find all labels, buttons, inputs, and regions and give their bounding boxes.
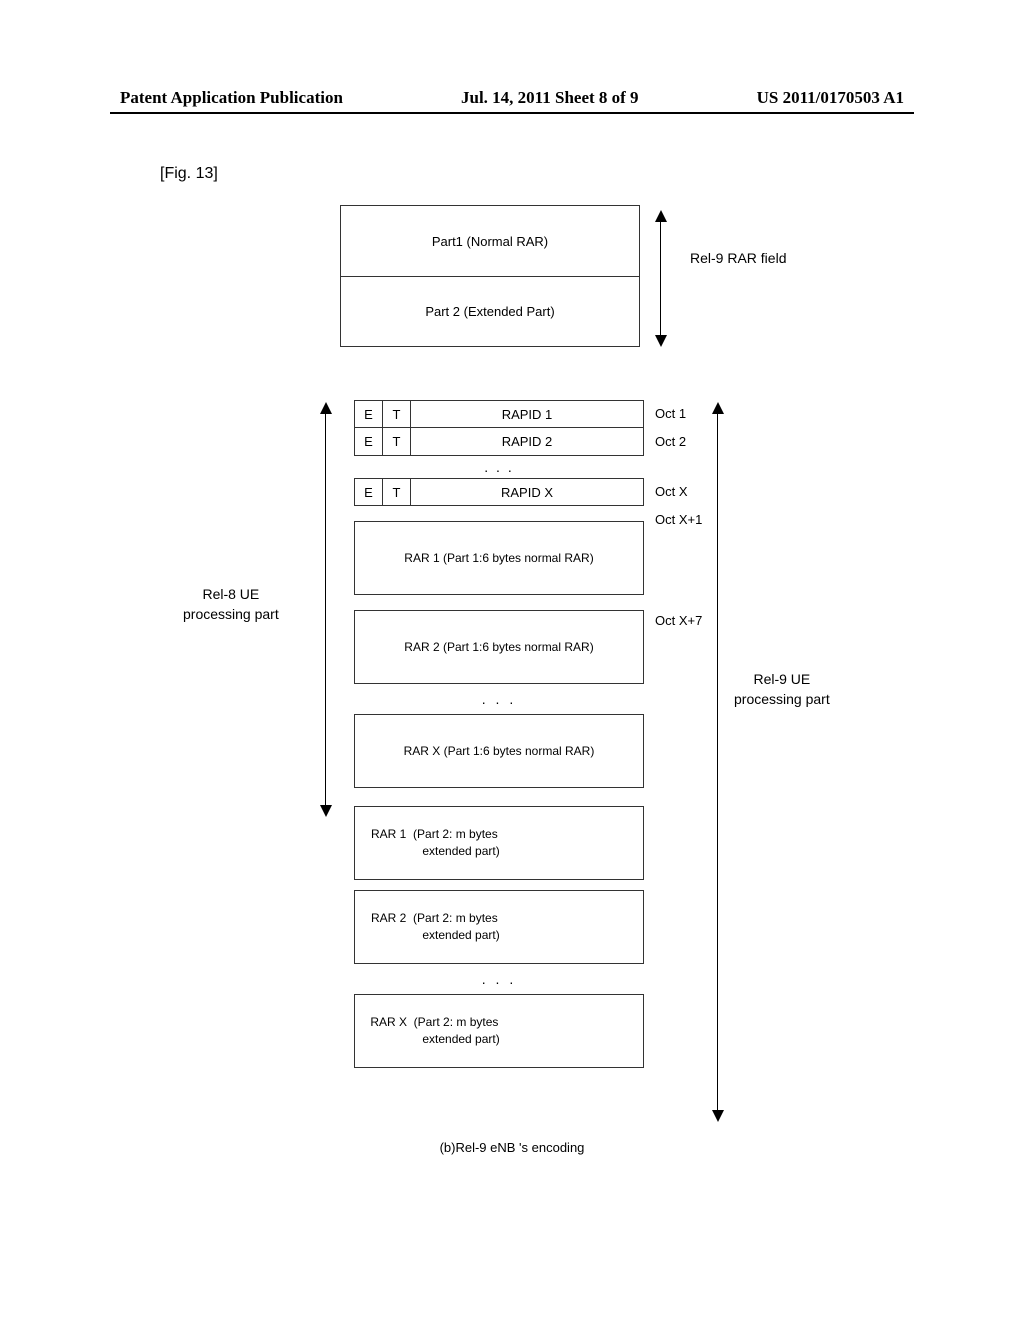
rel9-label: Rel-9 UE processing part (734, 670, 830, 709)
header-rule (110, 112, 914, 114)
rar2-part2: RAR 2 (Part 2: m bytes extended part) (354, 890, 644, 964)
left-arrow-up-icon (320, 402, 332, 414)
cell-t: T (383, 401, 411, 427)
upper-rar-box: Part1 (Normal RAR) Part 2 (Extended Part… (340, 205, 640, 347)
right-arrow-down-icon (712, 1110, 724, 1122)
header-row-1: E T RAPID 1 (354, 400, 644, 428)
header-right: US 2011/0170503 A1 (757, 88, 904, 108)
oct-2: Oct 2 (655, 434, 686, 449)
rar1-part1: RAR 1 (Part 1:6 bytes normal RAR) (354, 521, 644, 595)
lower-diagram: E T RAPID 1 E T RAPID 2 . . . E T RAPID … (0, 400, 1024, 1320)
oct-1: Oct 1 (655, 406, 686, 421)
header-left: Patent Application Publication (120, 88, 343, 108)
header-row-2: E T RAPID 2 (354, 428, 644, 456)
rar1-part2: RAR 1 (Part 2: m bytes extended part) (354, 806, 644, 880)
left-arrow-down-icon (320, 805, 332, 817)
cell-e: E (355, 428, 383, 455)
rarx-part1: RAR X (Part 1:6 bytes normal RAR) (354, 714, 644, 788)
rar-part1-ellipsis: . . . (354, 684, 644, 714)
diagram-stack: E T RAPID 1 E T RAPID 2 . . . E T RAPID … (354, 400, 644, 1068)
rar2-part1: RAR 2 (Part 1:6 bytes normal RAR) (354, 610, 644, 684)
diagram-caption: (b)Rel-9 eNB 's encoding (0, 1140, 1024, 1155)
header-ellipsis: . . . (354, 456, 644, 478)
header-mid: Jul. 14, 2011 Sheet 8 of 9 (461, 88, 639, 108)
rar-part2-ellipsis: . . . (354, 964, 644, 994)
left-bracket (325, 412, 326, 807)
cell-e: E (355, 401, 383, 427)
cell-rapid: RAPID 1 (411, 401, 643, 427)
header: Patent Application Publication Jul. 14, … (0, 88, 1024, 108)
right-bracket (717, 412, 718, 1112)
header-row-x: E T RAPID X (354, 478, 644, 506)
figure-label: [Fig. 13] (160, 165, 218, 183)
cell-t: T (383, 428, 411, 455)
part2-row: Part 2 (Extended Part) (341, 276, 639, 346)
cell-t: T (383, 479, 411, 505)
rarx-part2: RAR X (Part 2: m bytes extended part) (354, 994, 644, 1068)
cell-e: E (355, 479, 383, 505)
cell-rapid: RAPID X (411, 479, 643, 505)
oct-xp1: Oct X+1 (655, 512, 702, 527)
part1-row: Part1 (Normal RAR) (341, 206, 639, 276)
cell-rapid: RAPID 2 (411, 428, 643, 455)
rel8-label: Rel-8 UE processing part (183, 585, 279, 624)
oct-xp7: Oct X+7 (655, 613, 702, 628)
upper-side-label: Rel-9 RAR field (690, 250, 786, 266)
right-arrow-up-icon (712, 402, 724, 414)
oct-x: Oct X (655, 484, 688, 499)
